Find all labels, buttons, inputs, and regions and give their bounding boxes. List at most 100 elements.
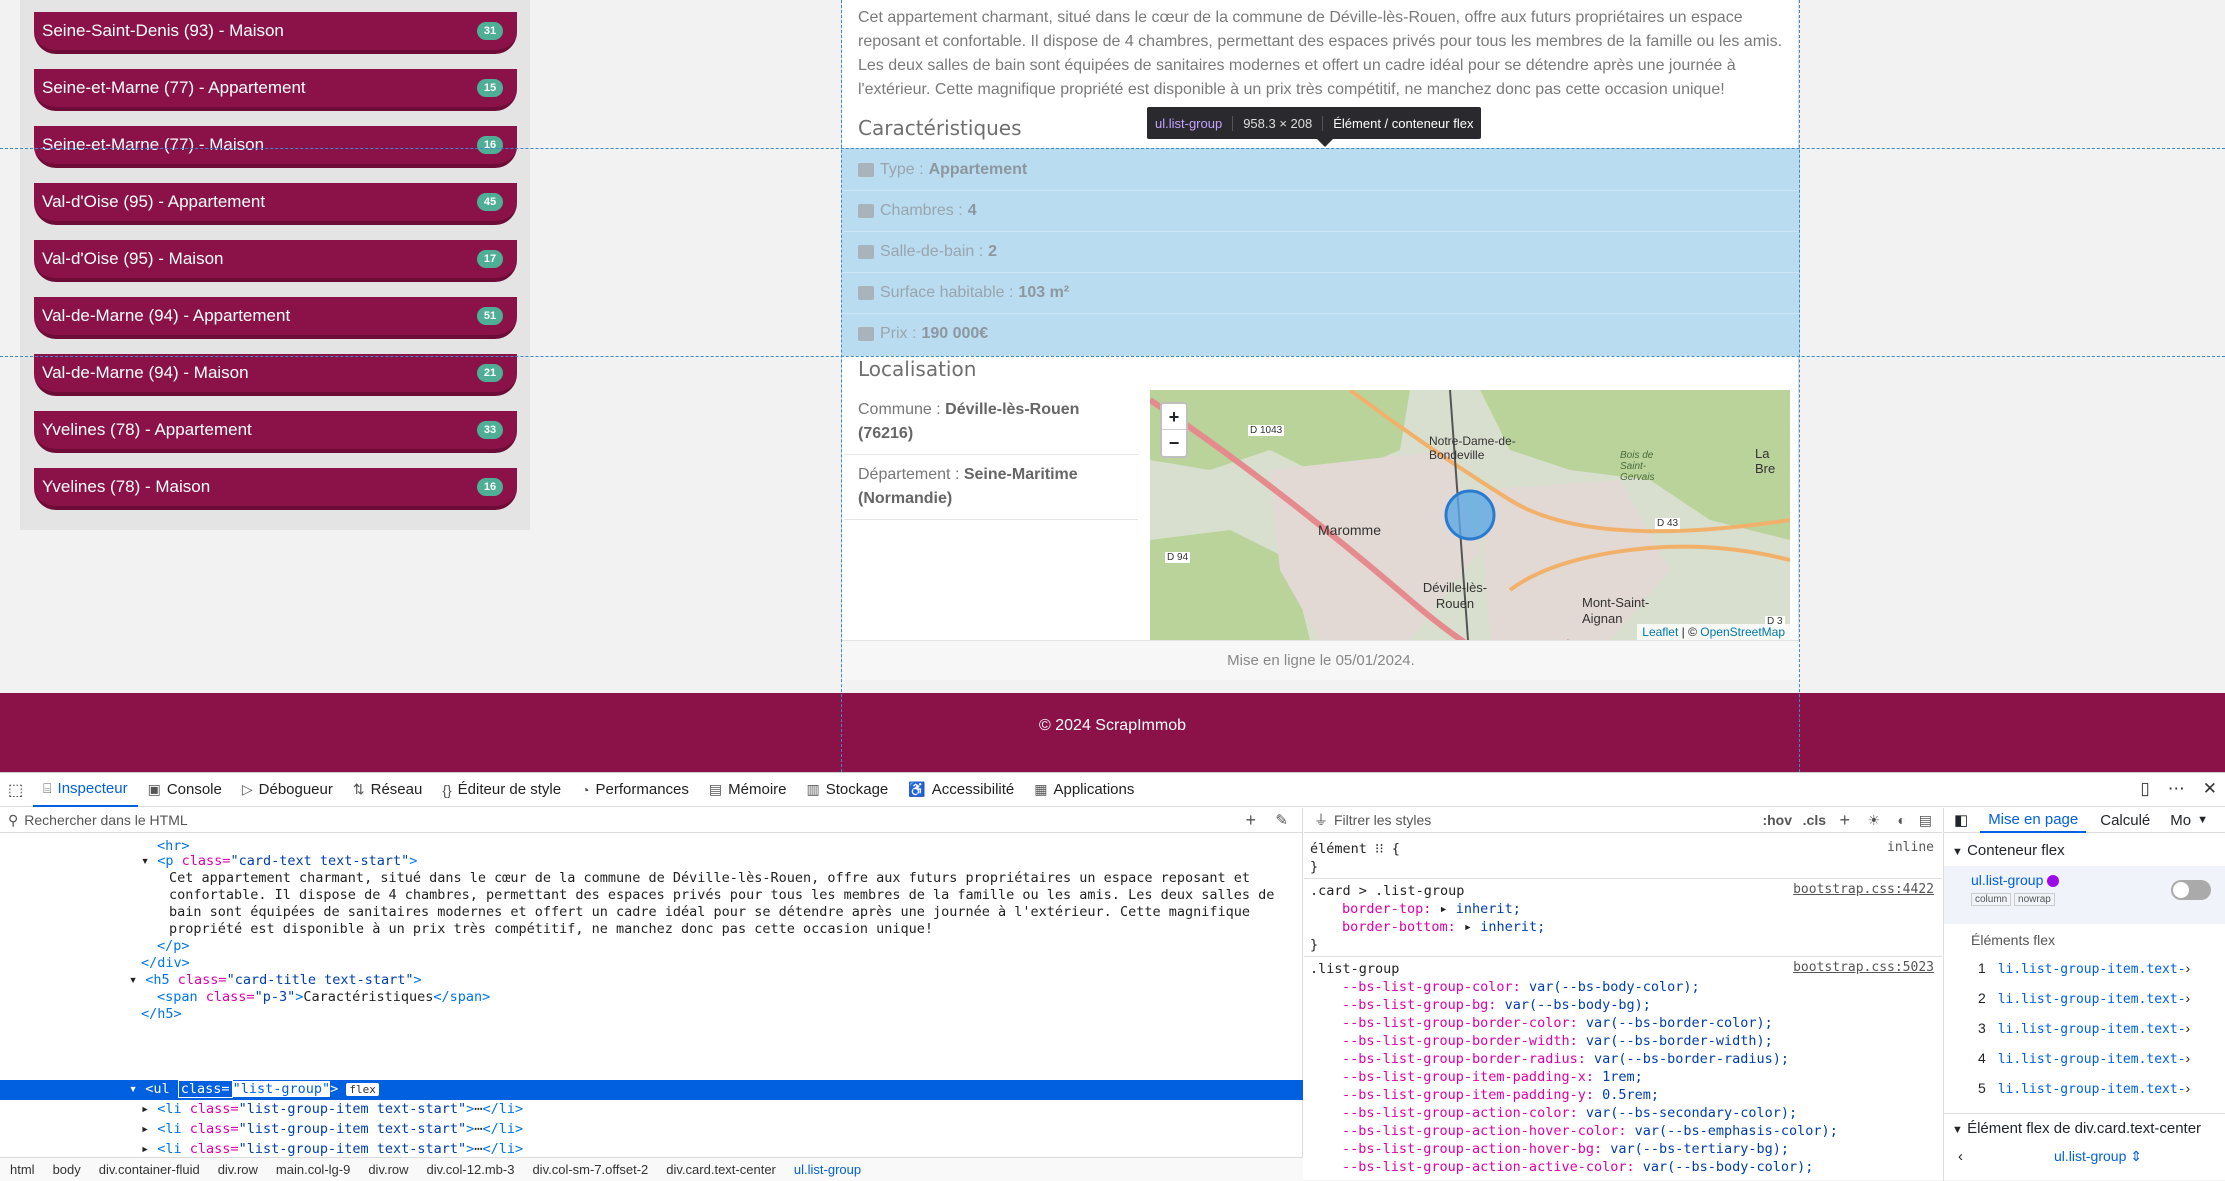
tab-accessibilite[interactable]: ♿ Accessibilité bbox=[898, 773, 1024, 807]
css-declaration[interactable]: border-top: ▸ inherit; bbox=[1342, 900, 1521, 918]
tab-editeur-style[interactable]: {} Éditeur de style bbox=[432, 773, 571, 807]
close-icon[interactable]: ✕ bbox=[2203, 779, 2217, 799]
light-theme-icon[interactable]: ☀ bbox=[1867, 812, 1880, 829]
rule-element[interactable]: élément ⁝⁝ { bbox=[1310, 840, 1400, 858]
html-line[interactable]: ▸ <li class="list-group-item text-start"… bbox=[141, 1121, 523, 1138]
tab-calcule[interactable]: Calculé bbox=[2086, 809, 2164, 832]
tab-stockage[interactable]: ▥ Stockage bbox=[797, 773, 899, 807]
css-declaration[interactable]: --bs-list-group-action-hover-color: var(… bbox=[1342, 1122, 1838, 1140]
map[interactable]: Notre-Dame-de-Bondeville Maromme Déville… bbox=[1150, 390, 1790, 640]
html-line[interactable]: </h5> bbox=[141, 1006, 182, 1023]
expand-toggle-icon[interactable]: ▸ bbox=[141, 1141, 157, 1157]
flex-element-selector[interactable]: ul.list-group ⇕ bbox=[2054, 1148, 2142, 1165]
flex-badge[interactable]: flex bbox=[346, 1083, 379, 1096]
flex-highlight-toggle[interactable] bbox=[2171, 880, 2211, 900]
breadcrumb-item[interactable]: html bbox=[10, 1162, 35, 1177]
html-line[interactable]: ▸ <li class="list-group-item text-start"… bbox=[141, 1141, 523, 1158]
breadcrumb-item[interactable]: div.row bbox=[368, 1162, 408, 1177]
attr-name[interactable]: class= bbox=[177, 1080, 233, 1098]
element-picker-icon[interactable]: ⬚ bbox=[8, 780, 23, 800]
css-declaration[interactable]: --bs-list-group-color: var(--bs-body-col… bbox=[1342, 978, 1700, 996]
css-declaration[interactable]: border-bottom: ▸ inherit; bbox=[1342, 918, 1545, 936]
sidebar-item[interactable]: Seine-et-Marne (77) - Maison 16 bbox=[34, 126, 517, 168]
breadcrumb-item[interactable]: div.col-12.mb-3 bbox=[427, 1162, 515, 1177]
flex-element-header[interactable]: ▼ Élément flex de div.card.text-center bbox=[1952, 1120, 2201, 1137]
flex-item-row[interactable]: 1 li.list-group-item.text-› bbox=[1978, 960, 2190, 977]
tab-performances[interactable]: ◔ Performances bbox=[571, 773, 699, 807]
html-search-input[interactable]: Rechercher dans le HTML bbox=[24, 812, 187, 828]
tab-debogueur[interactable]: ▷ Débogueur bbox=[232, 773, 343, 807]
chevron-down-icon[interactable]: ▼ bbox=[2197, 814, 2208, 826]
sidebar-item[interactable]: Seine-et-Marne (77) - Appartement 15 bbox=[34, 69, 517, 111]
rule-selector[interactable]: .list-group bbox=[1310, 960, 1399, 978]
rule-source-link[interactable]: bootstrap.css:4422 bbox=[1793, 882, 1934, 897]
tab-reseau[interactable]: ⇅ Réseau bbox=[343, 773, 432, 807]
tab-applications[interactable]: ▦ Applications bbox=[1024, 773, 1144, 807]
rule-selector[interactable]: .card > .list-group bbox=[1310, 882, 1464, 900]
expand-toggle-icon[interactable]: ▾ bbox=[129, 1081, 145, 1097]
expand-toggle-icon[interactable]: ▸ bbox=[141, 1101, 157, 1117]
osm-link[interactable]: OpenStreetMap bbox=[1700, 625, 1785, 639]
css-declaration[interactable]: --bs-list-group-action-color: var(--bs-s… bbox=[1342, 1104, 1797, 1122]
css-declaration[interactable]: --bs-list-group-border-width: var(--bs-b… bbox=[1342, 1032, 1773, 1050]
more-options-icon[interactable]: ⋯ bbox=[2168, 779, 2185, 799]
html-line-selected[interactable]: ▾ <ul class= "list-group"> flex bbox=[129, 1080, 379, 1098]
breadcrumb-item[interactable]: div.card.text-center bbox=[666, 1162, 776, 1177]
expand-toggle-icon[interactable]: ▸ bbox=[141, 1121, 157, 1137]
sidebar-item[interactable]: Val-de-Marne (94) - Maison 21 bbox=[34, 354, 517, 396]
html-line[interactable]: <span class="p-3">Caractéristiques</span… bbox=[157, 989, 490, 1006]
html-line[interactable]: ▾ <h5 class="card-title text-start"> bbox=[129, 972, 422, 989]
flex-container-header[interactable]: ▼ Conteneur flex bbox=[1952, 842, 2065, 859]
css-declaration[interactable]: --bs-list-group-action-hover-bg: var(--b… bbox=[1342, 1140, 1789, 1158]
cls-toggle[interactable]: .cls bbox=[1803, 812, 1826, 828]
eyedropper-icon[interactable]: ✎ bbox=[1275, 811, 1288, 829]
zoom-in-button[interactable]: + bbox=[1162, 404, 1186, 430]
sidebar-toggle-icon[interactable]: ◧ bbox=[1954, 811, 1968, 829]
breadcrumb-item[interactable]: div.container-fluid bbox=[99, 1162, 200, 1177]
breadcrumb-item[interactable]: main.col-lg-9 bbox=[276, 1162, 350, 1177]
flex-container-selector[interactable]: ul.list-group bbox=[1971, 872, 2060, 888]
sidebar-item[interactable]: Val-d'Oise (95) - Maison 17 bbox=[34, 240, 517, 282]
sidebar-item[interactable]: Val-d'Oise (95) - Appartement 45 bbox=[34, 183, 517, 225]
styles-filter-bar[interactable]: ⏚ Filtrer les styles :hov .cls + ☀ ◐ ▤ bbox=[1304, 808, 1942, 833]
css-declaration[interactable]: --bs-list-group-border-radius: var(--bs-… bbox=[1342, 1050, 1789, 1068]
flex-item-row[interactable]: 4 li.list-group-item.text-› bbox=[1978, 1050, 2190, 1067]
html-line[interactable]: ▾ <p class="card-text text-start"> bbox=[141, 853, 417, 870]
breadcrumb-item[interactable]: div.col-sm-7.offset-2 bbox=[532, 1162, 648, 1177]
tab-more[interactable]: Mo bbox=[2164, 809, 2197, 832]
hov-toggle[interactable]: :hov bbox=[1762, 812, 1792, 828]
highlight-color-swatch[interactable] bbox=[2047, 875, 2060, 888]
print-icon[interactable]: ▤ bbox=[1919, 812, 1932, 829]
sidebar-item[interactable]: Seine-Saint-Denis (93) - Maison 31 bbox=[34, 12, 517, 54]
flex-item-row[interactable]: 5 li.list-group-item.text-› bbox=[1978, 1080, 2190, 1097]
breadcrumb-item[interactable]: div.row bbox=[218, 1162, 258, 1177]
breadcrumb-item-current[interactable]: ul.list-group bbox=[794, 1162, 861, 1177]
css-declaration[interactable]: --bs-list-group-item-padding-x: 1rem; bbox=[1342, 1068, 1643, 1086]
sidebar-item[interactable]: Val-de-Marne (94) - Appartement 51 bbox=[34, 297, 517, 339]
breadcrumb-item[interactable]: body bbox=[53, 1162, 81, 1177]
expand-toggle-icon[interactable]: ▾ bbox=[129, 972, 145, 988]
styles-filter-input[interactable]: Filtrer les styles bbox=[1334, 812, 1431, 828]
attr-value[interactable]: "list-group" bbox=[232, 1081, 331, 1097]
tab-inspecteur[interactable]: ⌸ Inspecteur bbox=[33, 773, 138, 807]
html-line[interactable]: ▸ <li class="list-group-item text-start"… bbox=[141, 1101, 523, 1118]
add-rule-icon[interactable]: + bbox=[1839, 810, 1850, 831]
contrast-icon[interactable]: ◐ bbox=[1898, 812, 1906, 828]
tab-mise-en-page[interactable]: Mise en page bbox=[1980, 808, 2087, 833]
zoom-out-button[interactable]: − bbox=[1162, 430, 1186, 456]
sidebar-item[interactable]: Yvelines (78) - Maison 16 bbox=[34, 468, 517, 510]
rule-source-link[interactable]: bootstrap.css:5023 bbox=[1793, 960, 1934, 975]
tab-memoire[interactable]: ▤ Mémoire bbox=[699, 773, 797, 807]
css-declaration[interactable]: --bs-list-group-border-color: var(--bs-b… bbox=[1342, 1014, 1773, 1032]
tab-console[interactable]: ▣ Console bbox=[138, 773, 232, 807]
css-declaration[interactable]: --bs-list-group-item-padding-y: 0.5rem; bbox=[1342, 1086, 1659, 1104]
dock-icon[interactable]: ▯ bbox=[2140, 779, 2149, 799]
sidebar-item[interactable]: Yvelines (78) - Appartement 33 bbox=[34, 411, 517, 453]
leaflet-link[interactable]: Leaflet bbox=[1642, 625, 1678, 639]
chevron-left-icon[interactable]: ‹ bbox=[1958, 1148, 1963, 1165]
html-line[interactable]: </div> bbox=[141, 955, 190, 972]
add-node-icon[interactable]: + bbox=[1245, 810, 1256, 831]
flex-item-row[interactable]: 2 li.list-group-item.text-› bbox=[1978, 990, 2190, 1007]
expand-toggle-icon[interactable]: ▾ bbox=[141, 853, 157, 869]
flex-item-row[interactable]: 3 li.list-group-item.text-› bbox=[1978, 1020, 2190, 1037]
